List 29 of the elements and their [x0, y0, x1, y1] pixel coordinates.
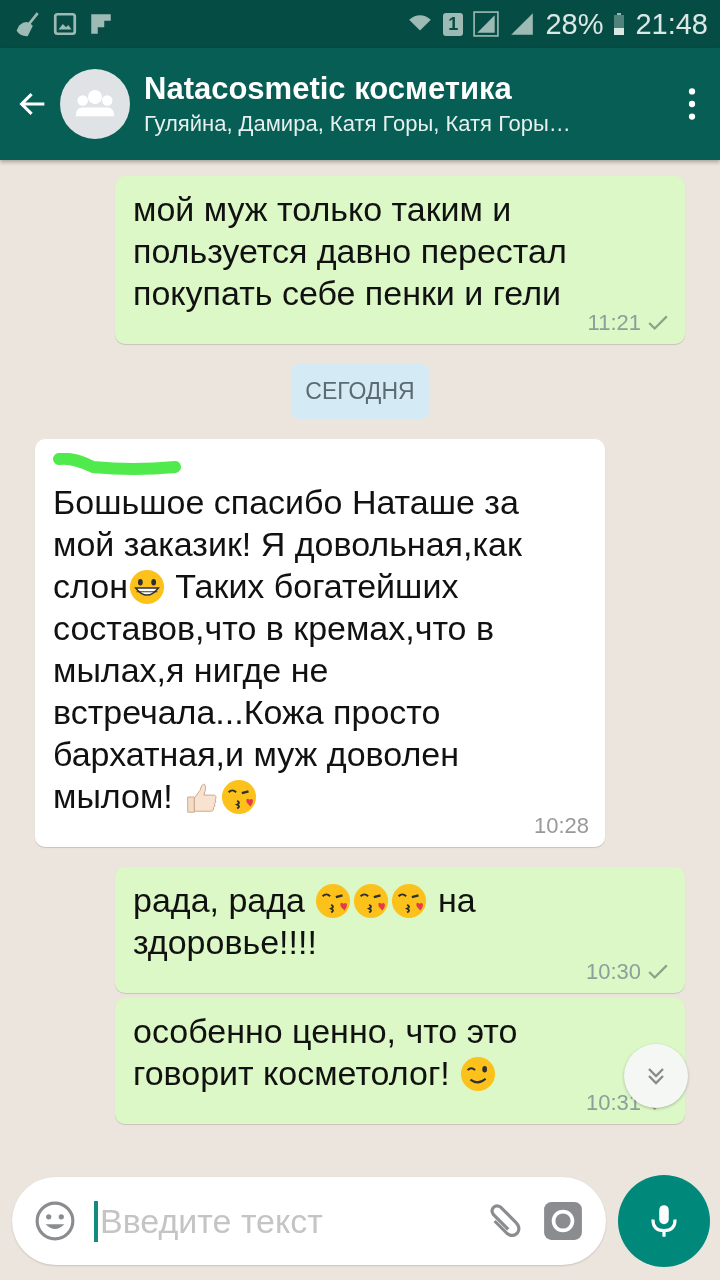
- sim-badge: 1: [443, 12, 464, 36]
- chat-members[interactable]: Гуляйна, Дамира, Катя Горы, Катя Горы…: [144, 111, 684, 137]
- message-text: Бошьшое спасибо Наташе за мой заказик! Я довольная,как слон Таких богатейших составов,что в кремах,что в мылах,я нигде не встречала...Кожа просто бархатная,и муж доволен мылом!: [53, 482, 523, 817]
- message-time: 10:30: [585, 959, 641, 985]
- battery-icon: [613, 11, 626, 37]
- date-chip: СЕГОДНЯ: [291, 364, 429, 419]
- message-bar[interactable]: Введите текст: [12, 1177, 606, 1265]
- kissing-face-icon: [390, 882, 429, 920]
- battery-percent: 28%: [545, 7, 604, 41]
- image-icon: [52, 11, 78, 37]
- kissing-face-icon: [220, 778, 259, 816]
- signal-icon: [509, 11, 536, 37]
- kissing-face-icon: [352, 882, 391, 920]
- message-time: 10:31: [585, 1090, 641, 1116]
- flipboard-icon: [88, 11, 114, 37]
- menu-icon: [688, 86, 696, 122]
- message-text: рада, рада на здоровье!!!!: [133, 880, 477, 963]
- group-avatar-icon[interactable]: [60, 69, 130, 139]
- kissing-face-icon: [314, 882, 353, 920]
- winking-face-icon: [459, 1055, 498, 1093]
- smiley-icon[interactable]: [34, 1200, 76, 1242]
- clock-time: 21:48: [635, 7, 708, 41]
- message-text: мой муж только таким и пользуется давно перестал покупать себе пенки и гели: [133, 189, 568, 314]
- message-time: 11:21: [587, 310, 641, 336]
- grinning-face-icon: [127, 568, 166, 606]
- signal-icon: [473, 11, 500, 37]
- camera-icon[interactable]: [542, 1200, 584, 1242]
- message-time: 10:28: [533, 813, 589, 839]
- chat-title[interactable]: Natacosmetic косметика: [144, 71, 684, 107]
